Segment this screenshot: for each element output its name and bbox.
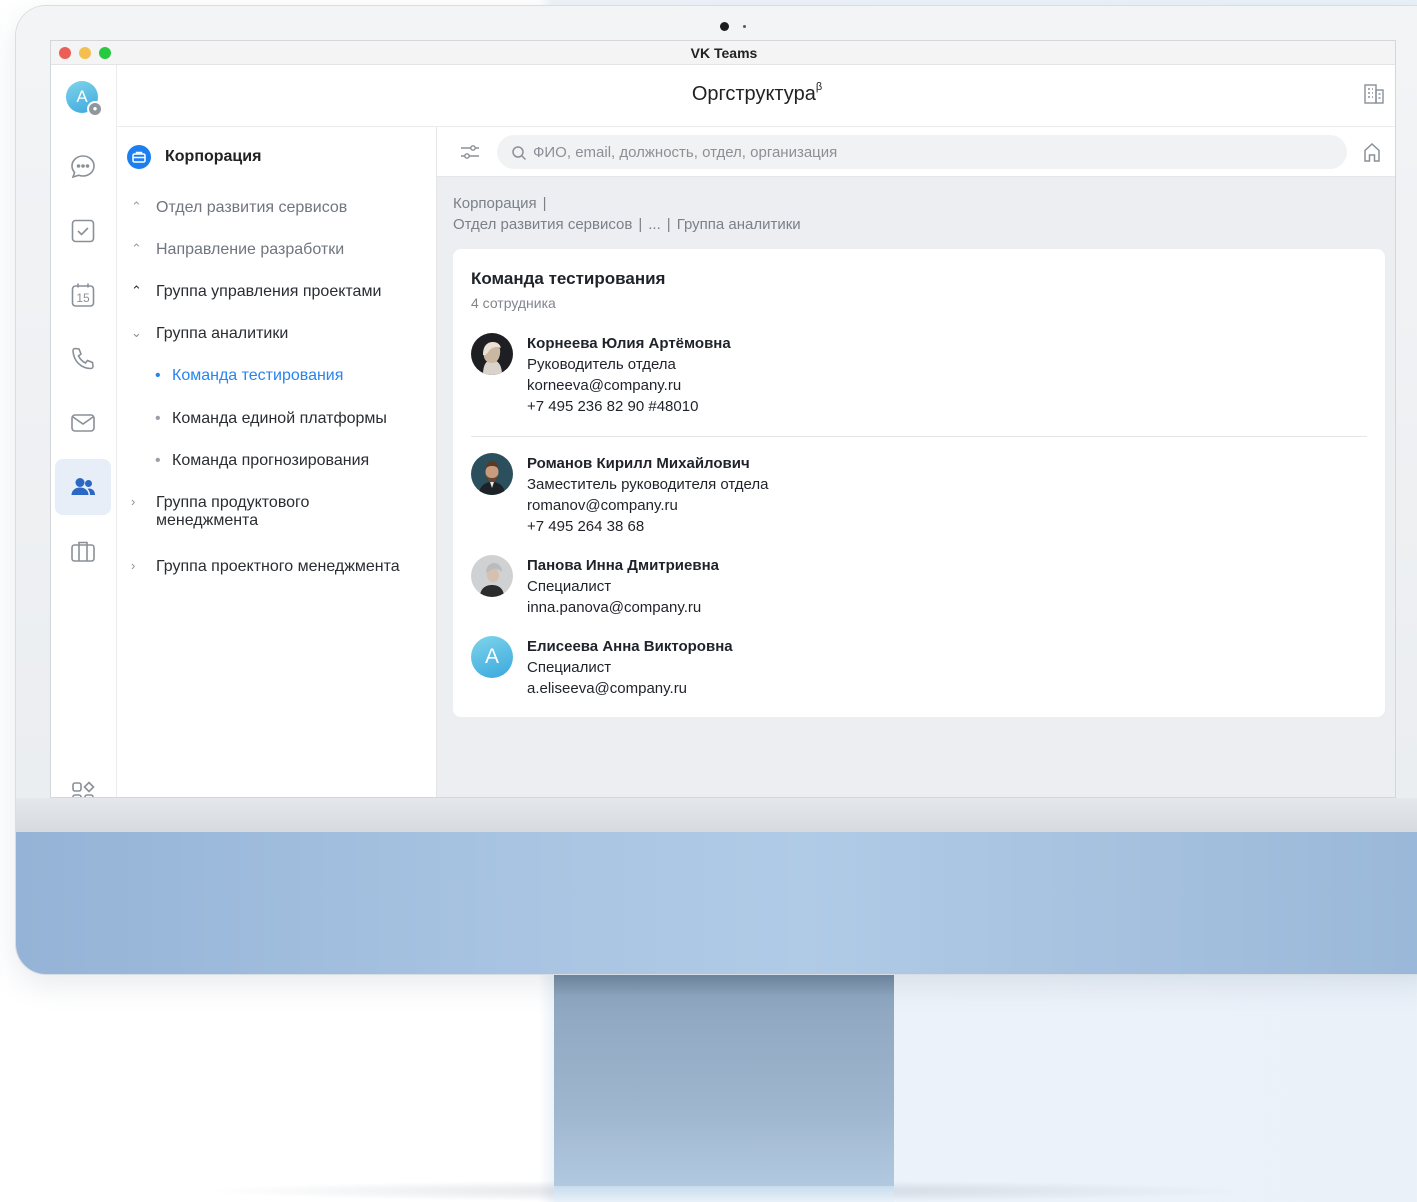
tree-item-label: Группа управления проектами bbox=[156, 283, 382, 300]
contacts-icon[interactable] bbox=[55, 459, 111, 515]
member-position: Специалист bbox=[527, 578, 612, 595]
tree-root-label: Корпорация bbox=[165, 148, 262, 165]
chevron-right-icon: › bbox=[131, 494, 136, 509]
bullet-icon: • bbox=[155, 452, 161, 469]
member-avatar bbox=[471, 333, 513, 375]
breadcrumb-ellipsis[interactable]: ... bbox=[648, 216, 661, 233]
chevron-right-icon: › bbox=[131, 558, 136, 573]
tree-item-label: Команда прогнозирования bbox=[172, 452, 370, 469]
tree-item-label: Группа продуктового менеджмента bbox=[156, 494, 309, 530]
tree-item-label: Команда тестирования bbox=[172, 367, 344, 384]
monitor-stand bbox=[554, 974, 894, 1202]
member-position: Руководитель отдела bbox=[527, 356, 676, 373]
tasks-icon[interactable] bbox=[55, 203, 111, 259]
briefcase-icon bbox=[127, 145, 151, 169]
breadcrumb-separator: | bbox=[542, 195, 547, 212]
tree-item-label-line1: Группа продуктового bbox=[156, 494, 310, 511]
filter-icon[interactable] bbox=[459, 143, 481, 166]
member-info: Романов Кирилл Михайлович Заместитель ру… bbox=[527, 453, 768, 537]
nav-rail: A ● 15 bbox=[51, 65, 117, 797]
maximize-window-button[interactable] bbox=[99, 47, 111, 59]
briefcase-icon[interactable] bbox=[55, 523, 111, 579]
mail-icon[interactable] bbox=[55, 395, 111, 451]
member-email[interactable]: inna.panova@company.ru bbox=[527, 597, 719, 618]
close-window-button[interactable] bbox=[59, 47, 71, 59]
content-pane: Корпорация | Отдел развития сервисов |... |… bbox=[437, 127, 1395, 797]
team-member-count: 4 сотрудника bbox=[471, 295, 556, 311]
breadcrumb-separator: | bbox=[638, 216, 643, 233]
tree-item-label: Команда единой платформы bbox=[172, 410, 387, 427]
member-email[interactable]: romanov@company.ru bbox=[527, 495, 768, 516]
beta-badge: β bbox=[815, 81, 823, 93]
double-chevron-up-icon: ⌃ bbox=[131, 283, 142, 298]
search-icon bbox=[512, 146, 527, 161]
calendar-day: 15 bbox=[76, 291, 90, 305]
breadcrumb-item[interactable]: Группа аналитики bbox=[677, 216, 801, 233]
org-tree: Корпорация ⌃ Отдел развития сервисов ⌃ Н… bbox=[117, 127, 437, 797]
search-bar bbox=[437, 127, 1395, 177]
tree-item-label: Группа проектного менеджмента bbox=[156, 558, 400, 575]
team-card: Команда тестирования 4 сотрудника Корнее… bbox=[453, 249, 1385, 717]
chevron-down-icon: ⌄ bbox=[131, 325, 142, 340]
member-email[interactable]: korneeva@company.ru bbox=[527, 375, 731, 396]
member-avatar bbox=[471, 453, 513, 495]
member-name: Корнеева Юлия Артёмовна bbox=[527, 335, 731, 352]
breadcrumb-item[interactable]: Отдел развития сервисов bbox=[453, 216, 632, 233]
app-window: VK Teams A ● 15 Оргструктураβ Корпорация… bbox=[50, 40, 1396, 798]
camera-sensor bbox=[743, 25, 746, 28]
building-icon[interactable] bbox=[1363, 83, 1385, 110]
page-header: Оргструктураβ bbox=[117, 65, 1395, 127]
member-avatar bbox=[471, 555, 513, 597]
member-position: Заместитель руководителя отдела bbox=[527, 476, 769, 493]
member-info: Елисеева Анна Викторовна Специалист a.el… bbox=[527, 636, 733, 699]
tree-item-label: Группа аналитики bbox=[156, 325, 289, 342]
bullet-icon: • bbox=[155, 410, 161, 427]
member-avatar: A bbox=[471, 636, 513, 678]
apps-icon[interactable] bbox=[55, 765, 111, 797]
member-phone[interactable]: +7 495 236 82 90 #48010 bbox=[527, 396, 731, 417]
member-phone[interactable]: +7 495 264 38 68 bbox=[527, 516, 768, 537]
member-name: Елисеева Анна Викторовна bbox=[527, 638, 733, 655]
title-bar: VK Teams bbox=[51, 41, 1395, 65]
calendar-icon[interactable]: 15 bbox=[55, 267, 111, 323]
member-name: Панова Инна Дмитриевна bbox=[527, 557, 719, 574]
tree-item-label: Отдел развития сервисов bbox=[156, 199, 348, 216]
member-email[interactable]: a.eliseeva@company.ru bbox=[527, 678, 733, 699]
search-input[interactable] bbox=[533, 135, 1323, 169]
page-title-text: Оргструктура bbox=[691, 83, 816, 105]
home-icon[interactable] bbox=[1361, 141, 1383, 168]
chat-icon[interactable] bbox=[55, 139, 111, 195]
tree-item-label: Направление разработки bbox=[156, 241, 345, 258]
monitor: VK Teams A ● 15 Оргструктураβ Корпорация… bbox=[16, 6, 1417, 974]
bullet-icon: • bbox=[155, 367, 161, 384]
search-field bbox=[497, 135, 1347, 169]
breadcrumb-item[interactable]: Корпорация bbox=[453, 195, 537, 212]
monitor-bezel-bottom bbox=[16, 798, 1417, 832]
breadcrumb: Корпорация | Отдел развития сервисов |... |… bbox=[453, 193, 801, 235]
member-avatar-letter: A bbox=[484, 645, 499, 668]
phone-icon[interactable] bbox=[55, 331, 111, 387]
alien-status-icon: ● bbox=[87, 101, 103, 117]
monitor-chin bbox=[16, 832, 1417, 974]
avatar-letter: A bbox=[76, 87, 88, 106]
window-title: VK Teams bbox=[690, 45, 758, 61]
member-info: Панова Инна Дмитриевна Специалист inna.p… bbox=[527, 555, 719, 618]
divider bbox=[471, 436, 1367, 437]
page-title: Оргструктураβ bbox=[117, 81, 1395, 106]
tree-item-label-line2: менеджмента bbox=[156, 512, 259, 529]
member-name: Романов Кирилл Михайлович bbox=[527, 455, 750, 472]
breadcrumb-separator: | bbox=[666, 216, 671, 233]
camera bbox=[720, 22, 729, 31]
minimize-window-button[interactable] bbox=[79, 47, 91, 59]
team-title: Команда тестирования bbox=[471, 269, 666, 288]
monitor-stand-foot bbox=[554, 1186, 894, 1202]
double-chevron-up-icon: ⌃ bbox=[131, 241, 142, 256]
member-position: Специалист bbox=[527, 659, 612, 676]
member-info: Корнеева Юлия Артёмовна Руководитель отд… bbox=[527, 333, 731, 417]
double-chevron-up-icon: ⌃ bbox=[131, 199, 142, 214]
